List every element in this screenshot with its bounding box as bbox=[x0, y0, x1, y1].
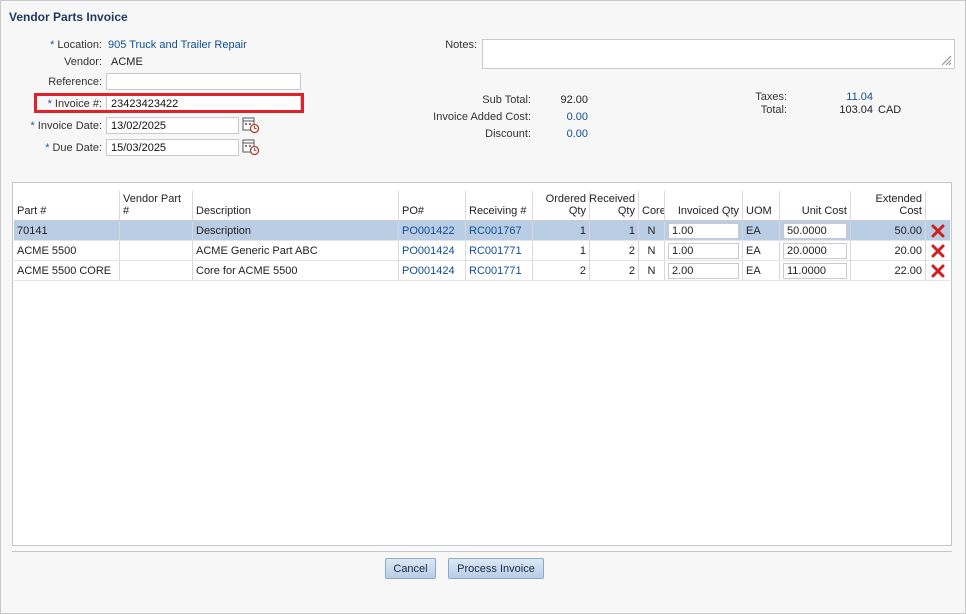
invoiced-qty-input[interactable]: 1.00 bbox=[668, 242, 739, 259]
cell-description: ACME Generic Part ABC bbox=[193, 241, 399, 260]
reference-label: Reference: bbox=[48, 76, 102, 88]
delete-row-button[interactable] bbox=[926, 221, 950, 240]
delete-x-icon bbox=[931, 224, 945, 237]
column-header-received-qty[interactable]: Received Qty bbox=[590, 191, 639, 220]
cell-received-qty: 1 bbox=[590, 221, 639, 240]
unit-cost-input[interactable]: 20.0000 bbox=[783, 242, 847, 259]
cell-part: 70141 bbox=[14, 221, 120, 240]
delete-row-button[interactable] bbox=[926, 241, 950, 260]
column-header-uom[interactable]: UOM bbox=[743, 191, 780, 220]
vendor-parts-invoice-dialog: Vendor Parts Invoice * Location: 905 Truc… bbox=[0, 0, 966, 614]
cell-uom: EA bbox=[743, 221, 780, 240]
taxes-label: Taxes: bbox=[755, 91, 787, 103]
cell-extended-cost: 50.00 bbox=[851, 221, 926, 240]
cell-part: ACME 5500 CORE bbox=[14, 261, 120, 280]
due-date-field[interactable]: 15/03/2025 bbox=[106, 139, 239, 156]
cell-extended-cost: 22.00 bbox=[851, 261, 926, 280]
notes-label: Notes: bbox=[445, 39, 477, 51]
table-row[interactable]: 70141 Description PO001422 RC001767 1 1 … bbox=[14, 221, 950, 241]
cell-invoiced-qty: 1.00 bbox=[665, 221, 743, 240]
cell-invoiced-qty: 2.00 bbox=[665, 261, 743, 280]
cell-ordered-qty: 1 bbox=[533, 241, 590, 260]
cell-uom: EA bbox=[743, 241, 780, 260]
reference-field[interactable] bbox=[106, 73, 301, 90]
delete-row-button[interactable] bbox=[926, 261, 950, 280]
unit-cost-input[interactable]: 11.0000 bbox=[783, 262, 847, 279]
invoice-lines-table: Part # Vendor Part # Description PO# Rec… bbox=[12, 182, 952, 552]
po-link[interactable]: PO001424 bbox=[399, 241, 466, 260]
cell-invoiced-qty: 1.00 bbox=[665, 241, 743, 260]
column-header-unit-cost[interactable]: Unit Cost bbox=[780, 191, 851, 220]
discount-label: Discount: bbox=[485, 128, 531, 140]
cell-description: Description bbox=[193, 221, 399, 240]
taxes-value[interactable]: 11.04 bbox=[821, 91, 873, 103]
cell-vendor-part bbox=[120, 261, 193, 280]
currency-label: CAD bbox=[878, 104, 902, 116]
calendar-icon[interactable] bbox=[242, 116, 260, 134]
receiving-link[interactable]: RC001767 bbox=[466, 221, 533, 240]
cell-uom: EA bbox=[743, 261, 780, 280]
cell-extended-cost: 20.00 bbox=[851, 241, 926, 260]
column-header-receiving[interactable]: Receiving # bbox=[466, 191, 533, 220]
invoice-date-field[interactable]: 13/02/2025 bbox=[106, 117, 239, 134]
column-header-ordered-qty[interactable]: Ordered Qty bbox=[533, 191, 590, 220]
cell-part: ACME 5500 bbox=[14, 241, 120, 260]
column-header-description[interactable]: Description bbox=[193, 191, 399, 220]
subtotal-value: 92.00 bbox=[560, 94, 588, 106]
column-header-vendor-part[interactable]: Vendor Part # bbox=[120, 191, 193, 220]
location-value[interactable]: 905 Truck and Trailer Repair bbox=[108, 39, 247, 51]
cell-ordered-qty: 2 bbox=[533, 261, 590, 280]
location-label: * Location: bbox=[50, 39, 102, 51]
cell-unit-cost: 11.0000 bbox=[780, 261, 851, 280]
cell-unit-cost: 20.0000 bbox=[780, 241, 851, 260]
column-header-invoiced-qty[interactable]: Invoiced Qty bbox=[665, 191, 743, 220]
notes-textarea[interactable] bbox=[482, 39, 955, 69]
po-link[interactable]: PO001424 bbox=[399, 261, 466, 280]
calendar-icon[interactable] bbox=[242, 138, 260, 156]
discount-value[interactable]: 0.00 bbox=[541, 128, 588, 140]
process-invoice-button[interactable]: Process Invoice bbox=[448, 558, 544, 579]
table-row[interactable]: ACME 5500 ACME Generic Part ABC PO001424… bbox=[14, 241, 950, 261]
cell-core: N bbox=[639, 221, 665, 240]
receiving-link[interactable]: RC001771 bbox=[466, 261, 533, 280]
table-row[interactable]: ACME 5500 CORE Core for ACME 5500 PO0014… bbox=[14, 261, 950, 281]
column-header-part[interactable]: Part # bbox=[14, 191, 120, 220]
invoice-number-highlight bbox=[34, 93, 304, 113]
due-date-label: * Due Date: bbox=[45, 142, 102, 154]
invoiced-qty-input[interactable]: 1.00 bbox=[668, 222, 739, 239]
table-header: Part # Vendor Part # Description PO# Rec… bbox=[14, 191, 950, 221]
unit-cost-input[interactable]: 50.0000 bbox=[783, 222, 847, 239]
delete-x-icon bbox=[931, 244, 945, 257]
cell-vendor-part bbox=[120, 241, 193, 260]
column-header-delete bbox=[926, 191, 950, 220]
invoice-date-label: * Invoice Date: bbox=[30, 120, 102, 132]
resize-grip-icon[interactable] bbox=[940, 54, 952, 66]
cell-unit-cost: 50.0000 bbox=[780, 221, 851, 240]
column-header-extended-cost[interactable]: Extended Cost bbox=[851, 191, 926, 220]
cell-received-qty: 2 bbox=[590, 261, 639, 280]
column-header-core[interactable]: Core bbox=[639, 191, 665, 220]
cell-received-qty: 2 bbox=[590, 241, 639, 260]
cell-core: N bbox=[639, 261, 665, 280]
total-label: Total: bbox=[760, 104, 787, 116]
subtotal-label: Sub Total: bbox=[482, 94, 531, 106]
table-horizontal-scrollbar[interactable] bbox=[12, 545, 952, 551]
vendor-value: ACME bbox=[111, 56, 143, 68]
cell-core: N bbox=[639, 241, 665, 260]
dialog-title: Vendor Parts Invoice bbox=[9, 10, 128, 24]
added-cost-value[interactable]: 0.00 bbox=[541, 111, 588, 123]
delete-x-icon bbox=[931, 264, 945, 277]
po-link[interactable]: PO001422 bbox=[399, 221, 466, 240]
cell-vendor-part bbox=[120, 221, 193, 240]
cancel-button[interactable]: Cancel bbox=[385, 558, 436, 579]
vendor-label: Vendor: bbox=[64, 56, 102, 68]
total-value: 103.04 bbox=[839, 104, 873, 116]
cell-description: Core for ACME 5500 bbox=[193, 261, 399, 280]
cell-ordered-qty: 1 bbox=[533, 221, 590, 240]
column-header-po[interactable]: PO# bbox=[399, 191, 466, 220]
added-cost-label: Invoice Added Cost: bbox=[433, 111, 531, 123]
receiving-link[interactable]: RC001771 bbox=[466, 241, 533, 260]
invoiced-qty-input[interactable]: 2.00 bbox=[668, 262, 739, 279]
